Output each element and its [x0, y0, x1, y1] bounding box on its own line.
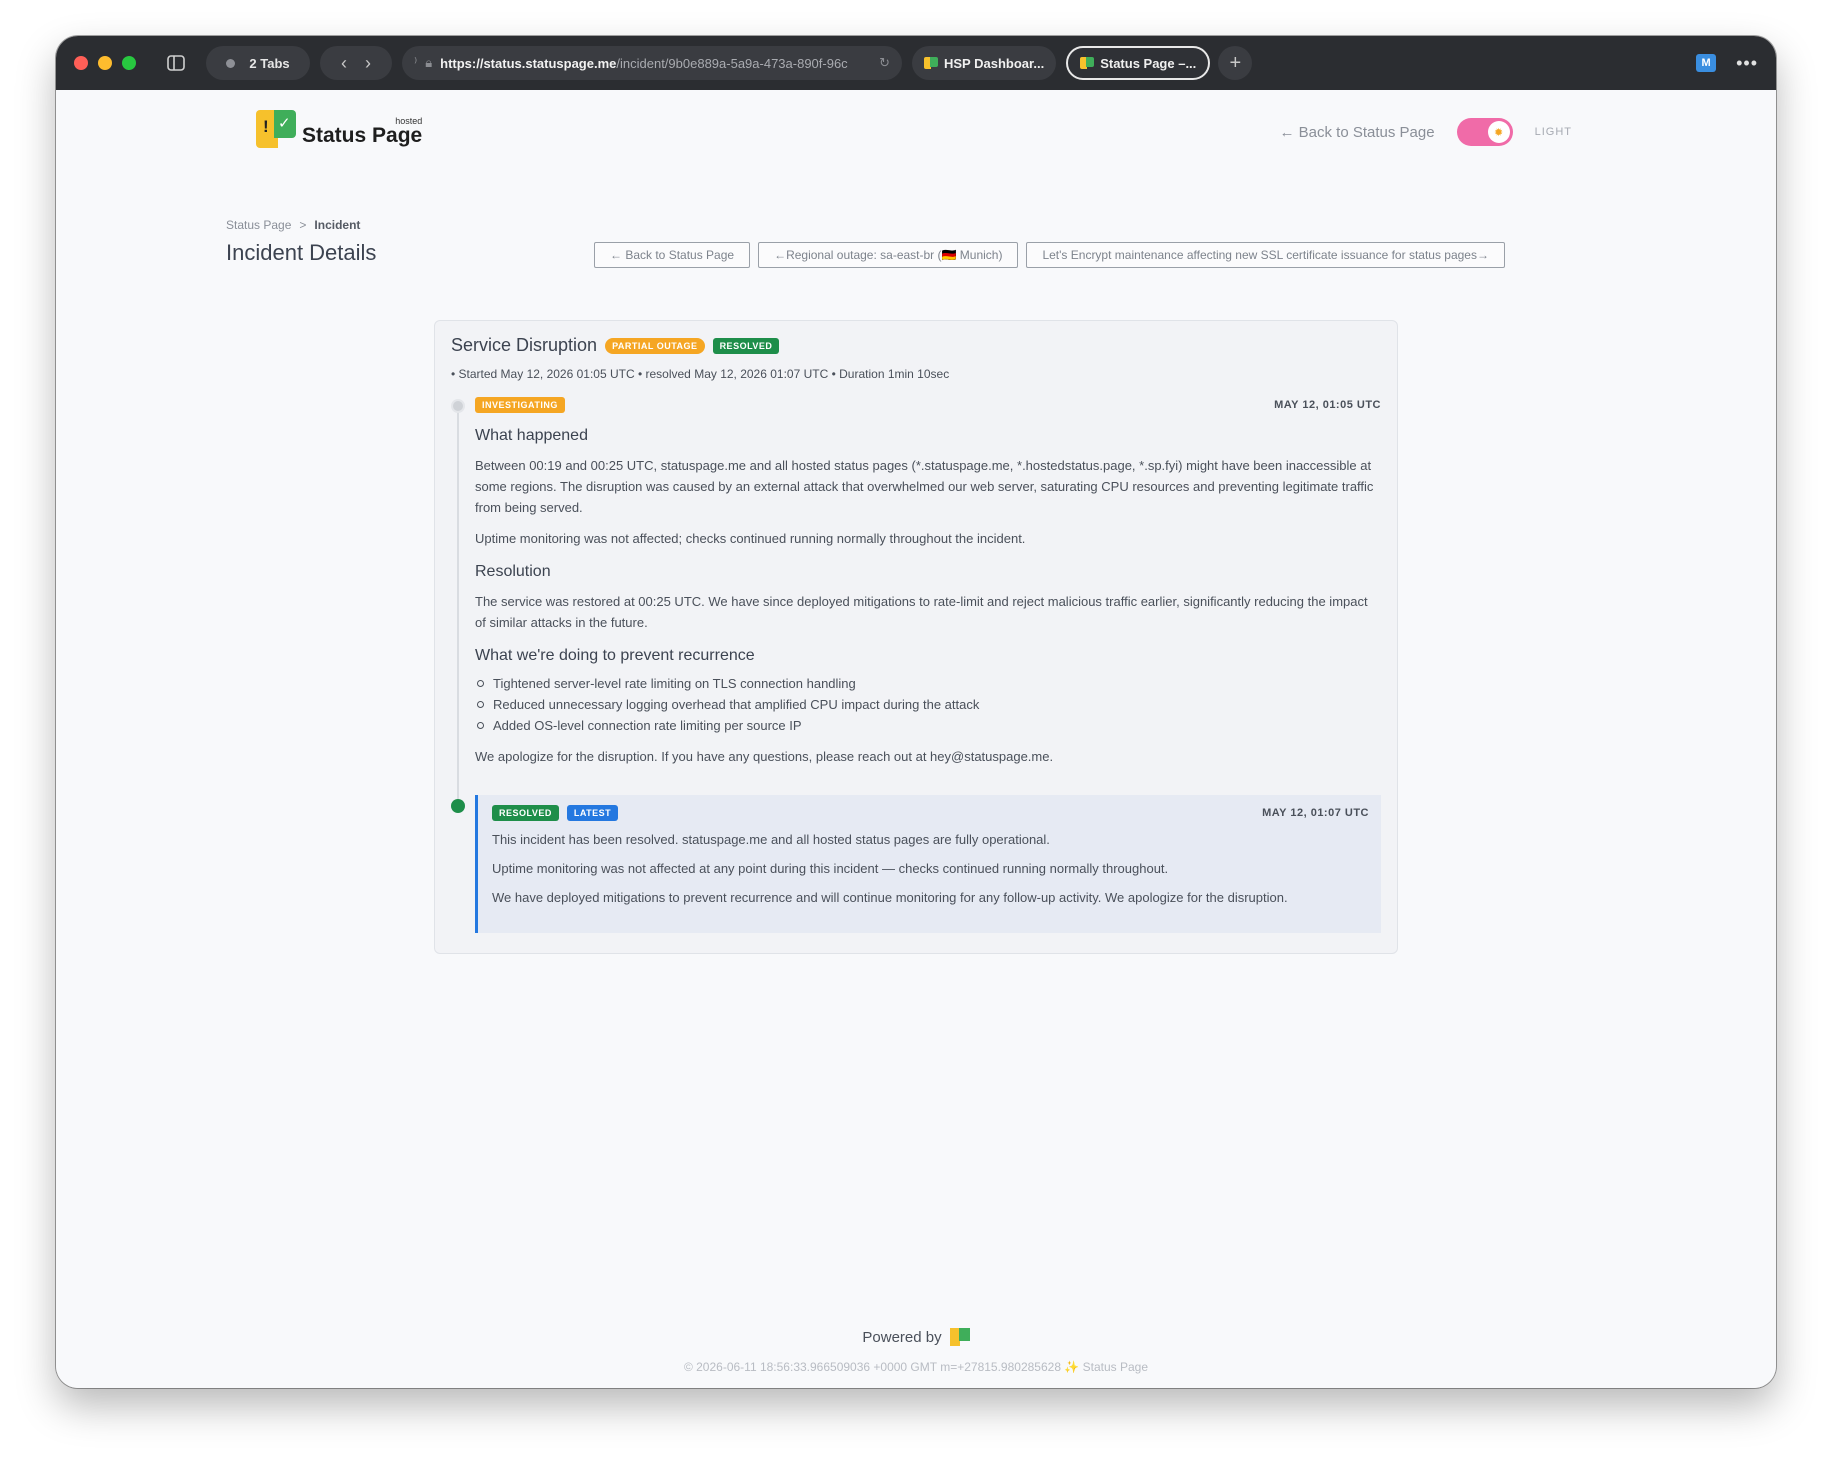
close-window-button[interactable]: [74, 56, 88, 70]
toolbar-right: M •••: [1696, 53, 1758, 74]
status-badge: RESOLVED: [712, 337, 780, 354]
update-time: MAY 12, 01:07 UTC: [1262, 807, 1369, 819]
rss-icon: ⁾: [414, 55, 418, 70]
sidebar-icon: [167, 55, 185, 71]
lock-icon: 🔒︎: [425, 55, 433, 70]
latest-badge: LATEST: [566, 805, 619, 821]
list-item: Tightened server-level rate limiting on …: [475, 673, 1381, 694]
page-title: Incident Details: [226, 240, 377, 265]
sun-icon: ✹: [1487, 121, 1510, 143]
forward-arrow-icon[interactable]: ›: [365, 53, 371, 74]
prevention-list: Tightened server-level rate limiting on …: [475, 673, 1381, 736]
update-header: RESOLVED LATEST MAY 12, 01:07 UTC: [492, 805, 1369, 821]
more-options-icon[interactable]: •••: [1736, 53, 1758, 74]
powered-by-text: Powered by: [862, 1328, 942, 1346]
update-header: INVESTIGATING MAY 12, 01:05 UTC: [475, 397, 1381, 413]
back-to-status-page-button[interactable]: ← Back to Status Page: [594, 242, 751, 268]
tab-group-dot-icon: [226, 58, 236, 68]
section-heading: What we're doing to prevent recurrence: [475, 647, 755, 664]
update-resolved: RESOLVED LATEST MAY 12, 01:07 UTC This i…: [475, 795, 1381, 933]
incident-nav-buttons: ← Back to Status Page ←Regional outage: …: [594, 242, 1505, 268]
theme-toggle[interactable]: ✹: [1456, 118, 1513, 146]
logo-text: hosted Status Page: [302, 116, 423, 148]
back-arrow-icon[interactable]: ‹: [341, 53, 347, 74]
update-paragraph: Uptime monitoring was not affected at an…: [492, 861, 1169, 876]
url-path: /incident/9b0e889a-5a9a-473a-890f-96c: [616, 55, 848, 71]
tab-status-page[interactable]: Status Page –...: [1066, 46, 1211, 80]
sidebar-toggle-button[interactable]: [156, 46, 196, 80]
back-to-status-page-link[interactable]: ← Back to Status Page: [1280, 124, 1435, 141]
section-heading: What happened: [475, 427, 588, 444]
incident-title: Service Disruption: [451, 335, 598, 355]
browser-toolbar: 2 Tabs ‹ › ⁾ 🔒︎ https://status.statuspag…: [56, 36, 1776, 90]
window-controls: [74, 56, 136, 70]
list-item: Reduced unnecessary logging overhead tha…: [475, 694, 1381, 715]
url-text: https://status.statuspage.me/incident/9b…: [440, 56, 871, 71]
breadcrumb-current: Incident: [314, 218, 361, 232]
status-page-logo[interactable]: hosted Status Page: [256, 110, 422, 148]
previous-incident-button[interactable]: ←Regional outage: sa-east-br (🇩🇪 Munich): [758, 242, 1019, 268]
maximize-window-button[interactable]: [122, 56, 136, 70]
footer-brand-link[interactable]: Status Page: [1083, 1360, 1148, 1374]
update-time: MAY 12, 01:05 UTC: [1274, 399, 1381, 411]
resolved-badge: RESOLVED: [492, 805, 559, 821]
update-paragraph: This incident has been resolved. statusp…: [492, 832, 1050, 847]
logo-sup: hosted: [395, 116, 423, 126]
update-badges: RESOLVED LATEST: [492, 805, 619, 821]
copyright-text: © 2026-06-11 18:56:33.966509036 +0000 GM…: [683, 1360, 1061, 1374]
copyright: © 2026-06-11 18:56:33.966509036 +0000 GM…: [56, 1360, 1776, 1374]
update-investigating: INVESTIGATING MAY 12, 01:05 UTC What hap…: [475, 397, 1381, 767]
extension-icon[interactable]: M: [1696, 54, 1717, 72]
next-incident-button[interactable]: Let's Encrypt maintenance affecting new …: [1026, 242, 1505, 268]
new-tab-button[interactable]: +: [1218, 46, 1253, 80]
status-page-logo-icon[interactable]: [949, 1328, 970, 1346]
breadcrumb-root[interactable]: Status Page: [226, 218, 291, 232]
tabs-count: 2 Tabs: [249, 55, 290, 71]
update-paragraph: We apologize for the disruption. If you …: [475, 749, 1054, 764]
browser-window: 2 Tabs ‹ › ⁾ 🔒︎ https://status.statuspag…: [56, 36, 1776, 1388]
timeline-dot-investigating: [451, 399, 465, 413]
update-paragraph: Between 00:19 and 00:25 UTC, statuspage.…: [475, 458, 1374, 515]
minimize-window-button[interactable]: [98, 56, 112, 70]
footer: Powered by © 2026-06-11 18:56:33.9665090…: [56, 1328, 1776, 1374]
status-page-favicon-icon: [924, 56, 938, 70]
update-paragraph: Uptime monitoring was not affected; chec…: [475, 531, 1026, 546]
powered-by: Powered by: [56, 1328, 1776, 1346]
update-paragraph: The service was restored at 00:25 UTC. W…: [475, 594, 1368, 630]
incident-meta: • Started May 12, 2026 01:05 UTC • resol…: [451, 367, 950, 381]
incident-header: Service Disruption PARTIAL OUTAGE RESOLV…: [451, 335, 780, 356]
section-heading: Resolution: [475, 563, 551, 580]
tab-overview-button[interactable]: 2 Tabs: [206, 46, 310, 80]
timeline-line: [457, 403, 459, 809]
address-bar[interactable]: ⁾ 🔒︎ https://status.statuspage.me/incide…: [402, 46, 902, 80]
logo-mark-icon: [256, 110, 296, 148]
page-content: hosted Status Page ← Back to Status Page…: [56, 90, 1776, 1388]
breadcrumb: Status Page > Incident: [226, 218, 360, 232]
url-host: https://status.statuspage.me: [440, 55, 617, 71]
tab-label: Status Page –...: [1100, 55, 1197, 71]
logo-name: Status Page: [302, 124, 423, 147]
update-paragraph: We have deployed mitigations to prevent …: [492, 890, 1288, 905]
sparkle-icon: ✨: [1064, 1360, 1080, 1374]
timeline-dot-resolved: [451, 799, 465, 813]
list-item: Added OS-level connection rate limiting …: [475, 715, 1381, 736]
reload-icon[interactable]: ↻: [879, 55, 890, 71]
investigating-badge: INVESTIGATING: [475, 397, 565, 413]
tab-label: HSP Dashboar...: [944, 55, 1045, 71]
theme-label: LIGHT: [1534, 126, 1572, 138]
breadcrumb-separator: >: [299, 218, 307, 232]
incident-card: Service Disruption PARTIAL OUTAGE RESOLV…: [434, 320, 1398, 954]
status-page-favicon-icon: [1080, 56, 1095, 70]
impact-badge: PARTIAL OUTAGE: [605, 337, 705, 354]
tab-hsp-dashboard[interactable]: HSP Dashboar...: [912, 46, 1057, 80]
header-actions: ← Back to Status Page ✹ LIGHT: [1280, 118, 1573, 146]
history-nav: ‹ ›: [320, 46, 392, 80]
